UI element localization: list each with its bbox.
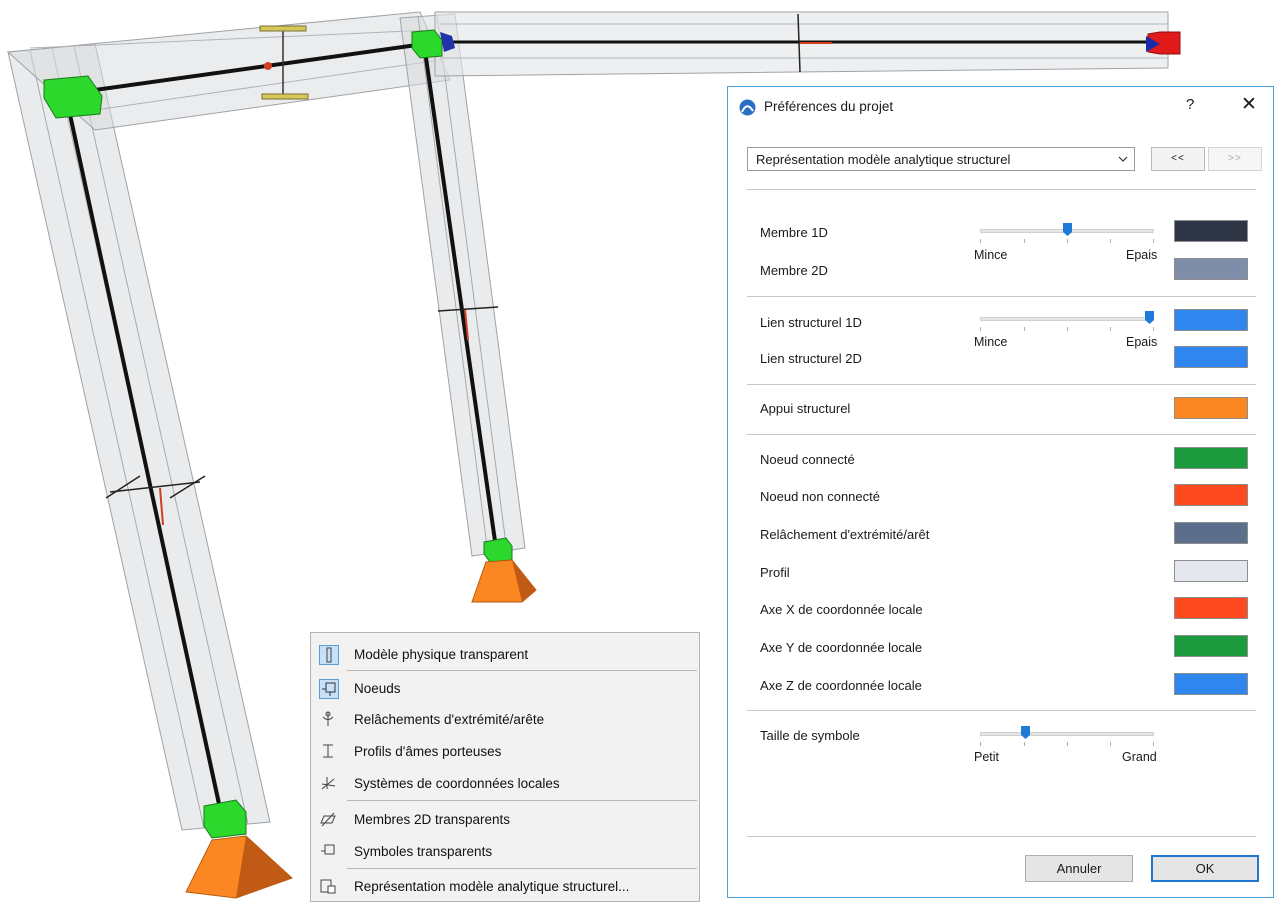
slider-max-label: Grand [1122,750,1157,764]
link-2d-color-swatch[interactable] [1174,346,1248,368]
color-label-profile: Profil [760,565,790,580]
menu-item-transparent-model[interactable]: Modèle physique transparent [311,641,699,669]
previous-page-button[interactable]: << [1151,147,1205,171]
membrane-icon [319,810,339,830]
y-axis-color-swatch[interactable] [1174,635,1248,657]
member-2d-color-swatch[interactable] [1174,258,1248,280]
slider-min-label: Petit [974,750,1000,764]
support-label: Appui structurel [760,401,851,416]
help-button[interactable]: ? [1186,96,1194,113]
member-1d-color-swatch[interactable] [1174,220,1248,242]
close-button[interactable]: ✕ [1241,93,1257,116]
coordinate-system-icon [319,774,339,794]
dialog-title: Préférences du projet [764,99,894,114]
link-2d-label: Lien structurel 2D [760,351,862,366]
representation-icon [319,877,339,897]
slider-thumb[interactable] [1145,311,1154,324]
right-column-body [399,13,526,557]
preferences-dropdown[interactable]: Représentation modèle analytique structu… [747,147,1135,171]
x-axis-color-swatch[interactable] [1174,597,1248,619]
menu-separator [347,800,697,801]
slider-thumb[interactable] [1063,223,1072,236]
color-label-y-axis: Axe Y de coordonnée locale [760,640,923,655]
dropdown-value: Représentation modèle analytique structu… [756,152,1011,167]
menu-item-representation[interactable]: Représentation modèle analytique structu… [311,873,699,901]
menu-separator [347,670,697,671]
member-2d-label: Membre 2D [760,263,828,278]
transparent-model-icon [319,645,339,665]
menu-item-label: Symboles transparents [354,844,493,859]
profile-icon [319,742,339,762]
support-color-swatch[interactable] [1174,397,1248,419]
slider-min-label: Mince [974,248,1008,262]
menu-item-label: Membres 2D transparents [354,812,511,827]
divider [747,384,1256,385]
symbol-icon [319,842,339,862]
divider [747,710,1256,711]
menu-item-releases[interactable]: Relâchements d'extrémité/arête [311,706,699,734]
color-label-release: Relâchement d'extrémité/arêt [760,527,930,542]
member-1d-label: Membre 1D [760,225,828,240]
release-color-swatch[interactable] [1174,522,1248,544]
menu-item-label: Profils d'âmes porteuses [354,744,502,759]
node-bottom-right [483,537,513,563]
color-label-unconnected-node: Noeud non connecté [760,489,880,504]
link-1d-color-swatch[interactable] [1174,309,1248,331]
ok-button[interactable]: OK [1151,855,1259,882]
chevron-down-icon [1118,156,1128,162]
menu-item-coordinate-systems[interactable]: Systèmes de coordonnées locales [311,770,699,798]
menu-item-label: Systèmes de coordonnées locales [354,776,560,791]
release-icon [319,710,339,730]
menu-item-label: Représentation modèle analytique structu… [354,879,630,894]
divider [747,836,1256,837]
color-label-z-axis: Axe Z de coordonnée locale [760,678,922,693]
menu-item-transparent-symbols[interactable]: Symboles transparents [311,838,699,866]
divider [747,189,1256,190]
nodes-icon [319,679,339,699]
node-top-middle [411,29,443,59]
color-label-x-axis: Axe X de coordonnée locale [760,602,923,617]
node-bottom-left [203,799,247,839]
profile-color-swatch[interactable] [1174,560,1248,582]
divider [747,434,1256,435]
slider-max-label: Epais [1126,248,1158,262]
menu-item-label: Noeuds [354,681,401,696]
next-page-button[interactable]: >> [1208,147,1262,171]
project-preferences-dialog: Préférences du projet ? ✕ Représentation… [727,86,1274,898]
cancel-button[interactable]: Annuler [1025,855,1133,882]
menu-separator [347,868,697,869]
unconnected-node-color-swatch[interactable] [1174,484,1248,506]
slider-max-label: Epais [1126,335,1158,349]
link-1d-label: Lien structurel 1D [760,315,862,330]
menu-item-nodes[interactable]: Noeuds [311,675,699,703]
left-column-axis [64,95,224,819]
slider-thumb[interactable] [1021,726,1030,739]
color-label-connected-node: Noeud connecté [760,452,855,467]
symbol-size-label: Taille de symbole [760,728,860,743]
view-options-menu: Modèle physique transparent Noeuds Relâc… [310,632,700,902]
menu-item-transparent-2d-members[interactable]: Membres 2D transparents [311,806,699,834]
slider-min-label: Mince [974,335,1008,349]
connected-node-color-swatch[interactable] [1174,447,1248,469]
archicad-logo-icon [739,99,756,116]
menu-item-label: Modèle physique transparent [354,647,529,662]
menu-item-profiles[interactable]: Profils d'âmes porteuses [311,738,699,766]
menu-item-label: Relâchements d'extrémité/arête [354,712,545,727]
divider [747,296,1256,297]
z-axis-color-swatch[interactable] [1174,673,1248,695]
